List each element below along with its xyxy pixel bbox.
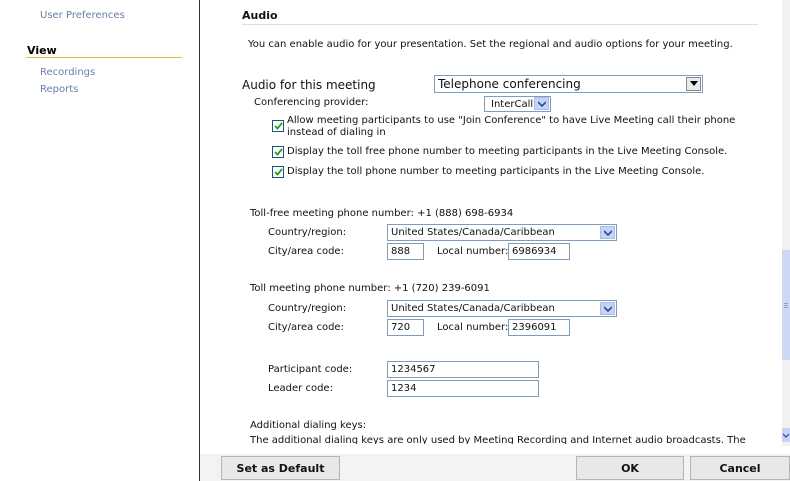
toll-free-city-input[interactable]: 888	[387, 243, 424, 260]
left-navigation: User Preferences View Recordings Reports	[0, 0, 188, 481]
section-title-rule	[242, 24, 758, 25]
allow-join-conference-label-line2: instead of dialing in	[287, 127, 386, 138]
toll-city-label: City/area code:	[268, 322, 344, 333]
display-toll-free-label: Display the toll free phone number to me…	[287, 146, 728, 157]
audio-for-meeting-label: Audio for this meeting	[242, 78, 376, 92]
checkmark-icon	[273, 148, 283, 156]
chevron-down-icon[interactable]	[600, 226, 615, 239]
leader-code-input[interactable]: 1234	[387, 380, 539, 397]
toll-city-input[interactable]: 720	[387, 319, 424, 336]
toll-free-country-label: Country/region:	[268, 227, 347, 238]
nav-divider	[26, 57, 182, 58]
nav-link-user-preferences[interactable]: User Preferences	[40, 10, 125, 21]
toll-local-input[interactable]: 2396091	[508, 319, 570, 336]
additional-dialing-description-clip: The additional dialing keys are only use…	[250, 433, 780, 444]
toll-free-local-input[interactable]: 6986934	[508, 243, 570, 260]
toll-country-label: Country/region:	[268, 303, 347, 314]
toll-country-value: United States/Canada/Caribbean	[391, 303, 555, 314]
ok-button[interactable]: OK	[576, 456, 684, 480]
section-title-audio: Audio	[242, 9, 278, 22]
audio-type-select[interactable]: Telephone conferencing	[434, 75, 703, 93]
scrollbar-grip-icon	[784, 303, 788, 304]
nav-heading-view: View	[27, 44, 57, 57]
leader-code-label: Leader code:	[268, 383, 333, 394]
allow-join-conference-checkbox[interactable]	[272, 120, 284, 132]
allow-join-conference-label-line1: Allow meeting participants to use "Join …	[287, 115, 736, 126]
chevron-down-icon[interactable]	[600, 302, 615, 315]
set-as-default-button[interactable]: Set as Default	[221, 456, 340, 480]
nav-link-reports[interactable]: Reports	[40, 84, 78, 95]
provider-select[interactable]: InterCall	[484, 96, 551, 112]
additional-dialing-description: The additional dialing keys are only use…	[250, 435, 746, 444]
checkmark-icon	[273, 168, 283, 176]
toll-free-local-label: Local number:	[437, 246, 509, 257]
toll-free-number-heading: Toll-free meeting phone number: +1 (888)…	[250, 208, 514, 219]
audio-type-select-value: Telephone conferencing	[438, 77, 581, 91]
chevron-down-icon[interactable]	[534, 97, 549, 110]
audio-intro-text: You can enable audio for your presentati…	[248, 39, 733, 50]
toll-country-select[interactable]: United States/Canada/Caribbean	[387, 300, 617, 317]
toll-free-city-label: City/area code:	[268, 246, 344, 257]
provider-select-value: InterCall	[491, 99, 534, 110]
toll-free-country-value: United States/Canada/Caribbean	[391, 227, 555, 238]
participant-code-label: Participant code:	[268, 364, 353, 375]
nav-link-recordings[interactable]: Recordings	[40, 67, 95, 78]
cancel-button[interactable]: Cancel	[690, 456, 790, 480]
display-toll-checkbox[interactable]	[272, 166, 284, 178]
chevron-down-icon	[783, 433, 789, 438]
participant-code-input[interactable]: 1234567	[387, 361, 539, 378]
toll-number-heading: Toll meeting phone number: +1 (720) 239-…	[250, 283, 490, 294]
chevron-down-icon[interactable]	[686, 77, 701, 91]
provider-label: Conferencing provider:	[254, 97, 369, 108]
vertical-scrollbar[interactable]	[782, 0, 790, 446]
display-toll-label: Display the toll phone number to meeting…	[287, 166, 705, 177]
dialog-button-bar: Set as Default OK Cancel	[200, 454, 790, 481]
toll-free-country-select[interactable]: United States/Canada/Caribbean	[387, 224, 617, 241]
scrollbar-thumb[interactable]	[782, 250, 790, 360]
panel-splitter[interactable]	[199, 0, 200, 481]
display-toll-free-checkbox[interactable]	[272, 146, 284, 158]
toll-local-label: Local number:	[437, 322, 509, 333]
additional-dialing-heading: Additional dialing keys:	[250, 420, 367, 431]
scroll-down-button[interactable]	[782, 428, 790, 442]
checkmark-icon	[273, 122, 283, 130]
